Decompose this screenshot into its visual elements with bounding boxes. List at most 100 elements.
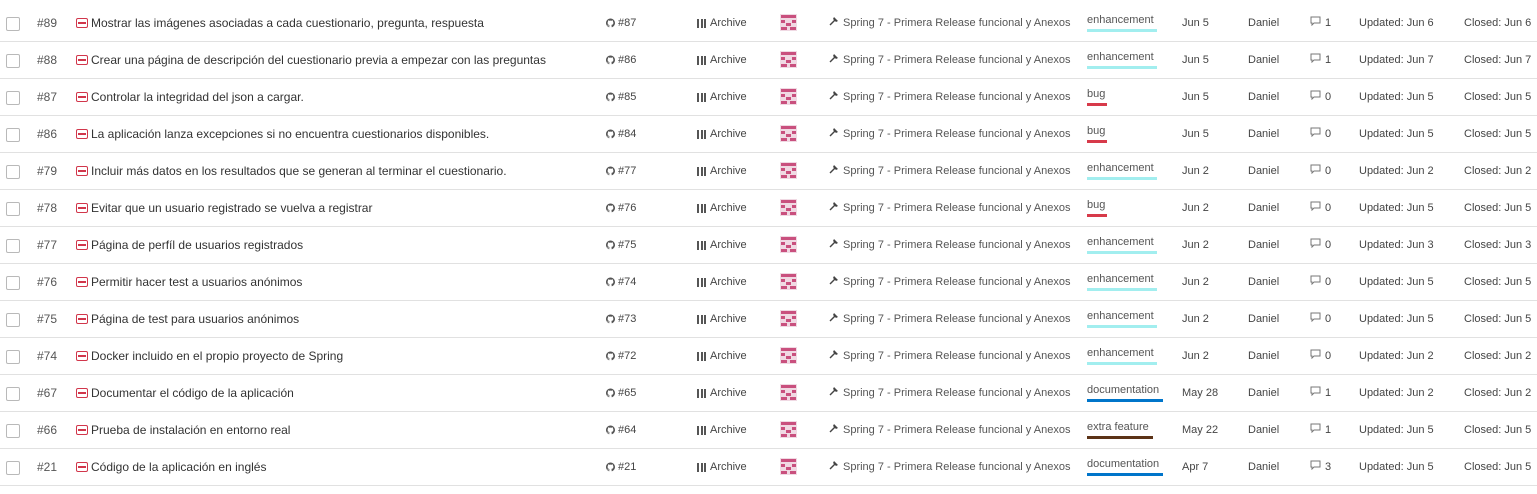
issue-label[interactable]: enhancement [1087,264,1157,294]
row-checkbox[interactable] [6,276,20,290]
pull-request-ref[interactable]: #64 [606,412,636,448]
issue-title[interactable]: La aplicación lanza excepciones si no en… [91,116,575,152]
project-column[interactable]: Archive [697,449,747,485]
issue-title[interactable]: Prueba de instalación en entorno real [91,412,575,448]
avatar[interactable] [780,347,797,364]
comments[interactable]: 1 [1310,5,1331,41]
table-row[interactable]: #86 La aplicación lanza excepciones si n… [0,116,1537,153]
milestone[interactable]: Spring 7 - Primera Release funcional y A… [829,116,1070,152]
milestone[interactable]: Spring 7 - Primera Release funcional y A… [829,227,1070,263]
project-column[interactable]: Archive [697,301,747,337]
avatar[interactable] [780,162,797,179]
issue-label[interactable]: enhancement [1087,42,1157,72]
avatar[interactable] [780,88,797,105]
avatar[interactable] [780,273,797,290]
row-checkbox[interactable] [6,165,20,179]
table-row[interactable]: #75 Página de test para usuarios anónimo… [0,301,1537,338]
row-checkbox[interactable] [6,387,20,401]
milestone[interactable]: Spring 7 - Primera Release funcional y A… [829,190,1070,226]
issue-label[interactable]: bug [1087,79,1107,109]
pull-request-ref[interactable]: #85 [606,79,636,115]
issue-title[interactable]: Controlar la integridad del json a carga… [91,79,575,115]
table-row[interactable]: #74 Docker incluido en el propio proyect… [0,338,1537,375]
avatar[interactable] [780,421,797,438]
issue-label[interactable]: enhancement [1087,338,1157,368]
comments[interactable]: 3 [1310,449,1331,485]
milestone[interactable]: Spring 7 - Primera Release funcional y A… [829,412,1070,448]
avatar[interactable] [780,458,797,475]
avatar[interactable] [780,14,797,31]
project-column[interactable]: Archive [697,116,747,152]
avatar[interactable] [780,310,797,327]
table-row[interactable]: #21 Código de la aplicación en inglés #2… [0,449,1537,486]
pull-request-ref[interactable]: #75 [606,227,636,263]
milestone[interactable]: Spring 7 - Primera Release funcional y A… [829,264,1070,300]
milestone[interactable]: Spring 7 - Primera Release funcional y A… [829,449,1070,485]
comments[interactable]: 1 [1310,375,1331,411]
row-checkbox[interactable] [6,461,20,475]
project-column[interactable]: Archive [697,338,747,374]
issue-title[interactable]: Crear una página de descripción del cues… [91,42,575,78]
table-row[interactable]: #76 Permitir hacer test a usuarios anóni… [0,264,1537,301]
avatar[interactable] [780,125,797,142]
comments[interactable]: 1 [1310,42,1331,78]
issue-label[interactable]: enhancement [1087,301,1157,331]
issue-title[interactable]: Código de la aplicación en inglés [91,449,575,485]
project-column[interactable]: Archive [697,375,747,411]
pull-request-ref[interactable]: #77 [606,153,636,189]
row-checkbox[interactable] [6,313,20,327]
milestone[interactable]: Spring 7 - Primera Release funcional y A… [829,375,1070,411]
pull-request-ref[interactable]: #65 [606,375,636,411]
row-checkbox[interactable] [6,128,20,142]
issue-label[interactable]: documentation [1087,375,1163,405]
row-checkbox[interactable] [6,202,20,216]
table-row[interactable]: #89 Mostrar las imágenes asociadas a cad… [0,5,1537,42]
project-column[interactable]: Archive [697,190,747,226]
project-column[interactable]: Archive [697,412,747,448]
project-column[interactable]: Archive [697,42,747,78]
issue-title[interactable]: Evitar que un usuario registrado se vuel… [91,190,575,226]
table-row[interactable]: #67 Documentar el código de la aplicació… [0,375,1537,412]
table-row[interactable]: #87 Controlar la integridad del json a c… [0,79,1537,116]
milestone[interactable]: Spring 7 - Primera Release funcional y A… [829,153,1070,189]
issue-label[interactable]: bug [1087,116,1107,146]
row-checkbox[interactable] [6,17,20,31]
issue-label[interactable]: enhancement [1087,5,1157,35]
table-row[interactable]: #66 Prueba de instalación en entorno rea… [0,412,1537,449]
pull-request-ref[interactable]: #74 [606,264,636,300]
issue-title[interactable]: Incluir más datos en los resultados que … [91,153,575,189]
project-column[interactable]: Archive [697,79,747,115]
issue-label[interactable]: bug [1087,190,1107,220]
avatar[interactable] [780,384,797,401]
comments[interactable]: 0 [1310,338,1331,374]
table-row[interactable]: #77 Página de perfíl de usuarios registr… [0,227,1537,264]
avatar[interactable] [780,51,797,68]
pull-request-ref[interactable]: #21 [606,449,636,485]
row-checkbox[interactable] [6,239,20,253]
issue-title[interactable]: Mostrar las imágenes asociadas a cada cu… [91,5,575,41]
comments[interactable]: 0 [1310,301,1331,337]
project-column[interactable]: Archive [697,153,747,189]
comments[interactable]: 0 [1310,227,1331,263]
issue-label[interactable]: enhancement [1087,227,1157,257]
pull-request-ref[interactable]: #72 [606,338,636,374]
milestone[interactable]: Spring 7 - Primera Release funcional y A… [829,5,1070,41]
avatar[interactable] [780,199,797,216]
comments[interactable]: 1 [1310,412,1331,448]
issue-title[interactable]: Docker incluido en el propio proyecto de… [91,338,575,374]
comments[interactable]: 0 [1310,79,1331,115]
row-checkbox[interactable] [6,91,20,105]
milestone[interactable]: Spring 7 - Primera Release funcional y A… [829,301,1070,337]
comments[interactable]: 0 [1310,190,1331,226]
project-column[interactable]: Archive [697,264,747,300]
pull-request-ref[interactable]: #86 [606,42,636,78]
issue-title[interactable]: Página de perfíl de usuarios registrados [91,227,575,263]
pull-request-ref[interactable]: #87 [606,5,636,41]
table-row[interactable]: #78 Evitar que un usuario registrado se … [0,190,1537,227]
issue-title[interactable]: Permitir hacer test a usuarios anónimos [91,264,575,300]
issue-label[interactable]: extra feature [1087,412,1153,442]
avatar[interactable] [780,236,797,253]
pull-request-ref[interactable]: #76 [606,190,636,226]
issue-title[interactable]: Página de test para usuarios anónimos [91,301,575,337]
issue-label[interactable]: documentation [1087,449,1163,479]
